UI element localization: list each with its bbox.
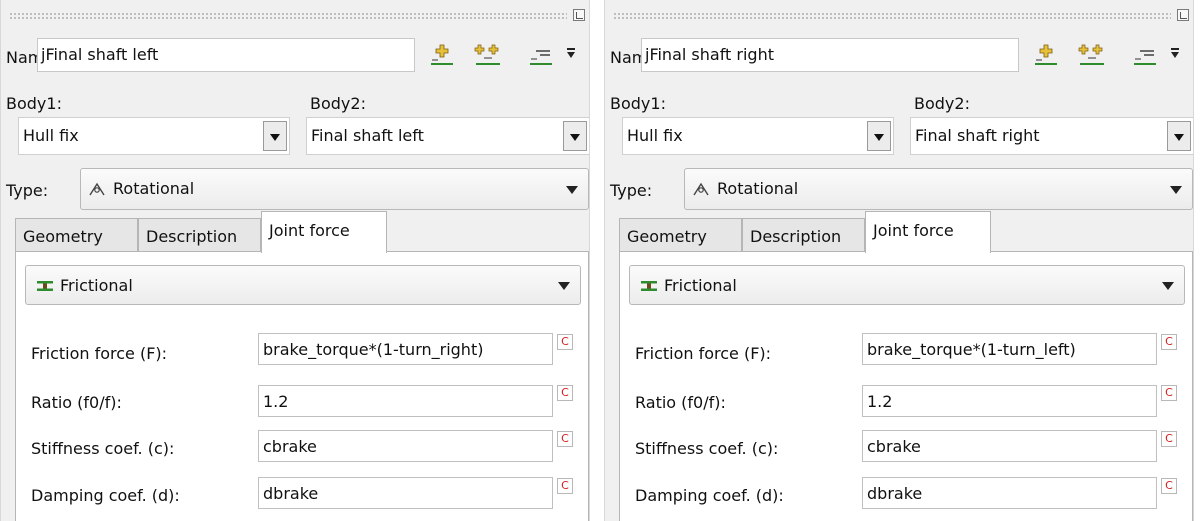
friction-force-label: Friction force (F): — [31, 344, 168, 363]
type-label: Type: — [6, 181, 49, 200]
damping-c-button[interactable]: C — [1161, 478, 1177, 494]
frictional-icon — [641, 280, 657, 291]
joint-editor-panel-left: Name jFinal shaft left Body1: Body2: Hul… — [0, 0, 590, 521]
friction-force-c-button[interactable]: C — [1161, 334, 1177, 350]
damping-label: Damping coef. (d): — [635, 486, 784, 505]
float-window-icon[interactable] — [573, 9, 585, 21]
ratio-field[interactable]: 1.2 — [258, 385, 553, 417]
joint-force-page: Frictional Friction force (F): brake_tor… — [15, 251, 589, 521]
joint-editor-panel-right: Name jFinal shaft right Body1: Body2: Hu… — [604, 0, 1194, 521]
type-select[interactable]: Rotational — [80, 168, 589, 210]
toolbar-menu-icon[interactable] — [1171, 48, 1179, 58]
body2-value: Final shaft right — [915, 126, 1040, 145]
type-value: Rotational — [717, 179, 799, 198]
force-type-value: Frictional — [60, 276, 133, 295]
friction-force-label: Friction force (F): — [635, 344, 772, 363]
type-value: Rotational — [113, 179, 195, 198]
joint-options-icon[interactable] — [1130, 42, 1160, 68]
friction-force-field[interactable]: brake_torque*(1-turn_left) — [862, 333, 1157, 365]
body2-label: Body2: — [914, 94, 970, 113]
body1-dropdown-icon[interactable] — [867, 121, 891, 151]
type-dropdown-icon[interactable] — [1170, 186, 1182, 194]
body1-value: Hull fix — [23, 126, 79, 145]
body2-select[interactable]: Final shaft left — [306, 117, 589, 155]
toolbar-menu-icon[interactable] — [567, 48, 575, 58]
body2-label: Body2: — [310, 94, 366, 113]
add-joint-icon[interactable] — [427, 42, 457, 68]
body2-dropdown-icon[interactable] — [563, 121, 587, 151]
tab-geometry[interactable]: Geometry — [619, 218, 742, 252]
ratio-c-button[interactable]: C — [1161, 385, 1177, 401]
add-joints-icon[interactable] — [1077, 42, 1107, 68]
tab-geometry[interactable]: Geometry — [15, 218, 138, 252]
type-dropdown-icon[interactable] — [566, 186, 578, 194]
stiffness-c-button[interactable]: C — [1161, 431, 1177, 447]
ratio-c-button[interactable]: C — [557, 385, 573, 401]
force-type-dropdown-icon[interactable] — [1162, 282, 1174, 290]
body1-label: Body1: — [6, 94, 62, 113]
tab-joint-force[interactable]: Joint force — [865, 211, 991, 253]
stiffness-label: Stiffness coef. (c): — [635, 439, 779, 458]
body1-value: Hull fix — [627, 126, 683, 145]
tab-description[interactable]: Description — [138, 218, 261, 252]
dock-grip[interactable] — [613, 12, 1171, 20]
type-label: Type: — [610, 181, 653, 200]
force-type-value: Frictional — [664, 276, 737, 295]
body2-value: Final shaft left — [311, 126, 424, 145]
name-field[interactable]: jFinal shaft right — [641, 38, 1019, 72]
rotational-joint-icon — [693, 182, 709, 195]
stiffness-label: Stiffness coef. (c): — [31, 439, 175, 458]
name-field[interactable]: jFinal shaft left — [37, 38, 415, 72]
body1-label: Body1: — [610, 94, 666, 113]
friction-force-field[interactable]: brake_torque*(1-turn_right) — [258, 333, 553, 365]
type-select[interactable]: Rotational — [684, 168, 1193, 210]
tab-joint-force[interactable]: Joint force — [261, 211, 387, 253]
ratio-label: Ratio (f0/f): — [31, 393, 122, 412]
rotational-joint-icon — [89, 182, 105, 195]
tab-description[interactable]: Description — [742, 218, 865, 252]
ratio-label: Ratio (f0/f): — [635, 393, 726, 412]
damping-c-button[interactable]: C — [557, 478, 573, 494]
add-joints-icon[interactable] — [473, 42, 503, 68]
joint-force-page: Frictional Friction force (F): brake_tor… — [619, 251, 1193, 521]
body1-dropdown-icon[interactable] — [263, 121, 287, 151]
body1-select[interactable]: Hull fix — [622, 117, 894, 155]
force-type-select[interactable]: Frictional — [25, 265, 581, 305]
frictional-icon — [37, 280, 53, 291]
stiffness-field[interactable]: cbrake — [258, 430, 553, 462]
float-window-icon[interactable] — [1177, 9, 1189, 21]
add-joint-icon[interactable] — [1031, 42, 1061, 68]
body2-select[interactable]: Final shaft right — [910, 117, 1193, 155]
joint-options-icon[interactable] — [526, 42, 556, 68]
ratio-field[interactable]: 1.2 — [862, 385, 1157, 417]
damping-field[interactable]: dbrake — [258, 477, 553, 509]
body1-select[interactable]: Hull fix — [18, 117, 290, 155]
force-type-select[interactable]: Frictional — [629, 265, 1185, 305]
stiffness-c-button[interactable]: C — [557, 431, 573, 447]
stiffness-field[interactable]: cbrake — [862, 430, 1157, 462]
force-type-dropdown-icon[interactable] — [558, 282, 570, 290]
friction-force-c-button[interactable]: C — [557, 334, 573, 350]
damping-field[interactable]: dbrake — [862, 477, 1157, 509]
damping-label: Damping coef. (d): — [31, 486, 180, 505]
body2-dropdown-icon[interactable] — [1167, 121, 1191, 151]
dock-grip[interactable] — [9, 12, 567, 20]
